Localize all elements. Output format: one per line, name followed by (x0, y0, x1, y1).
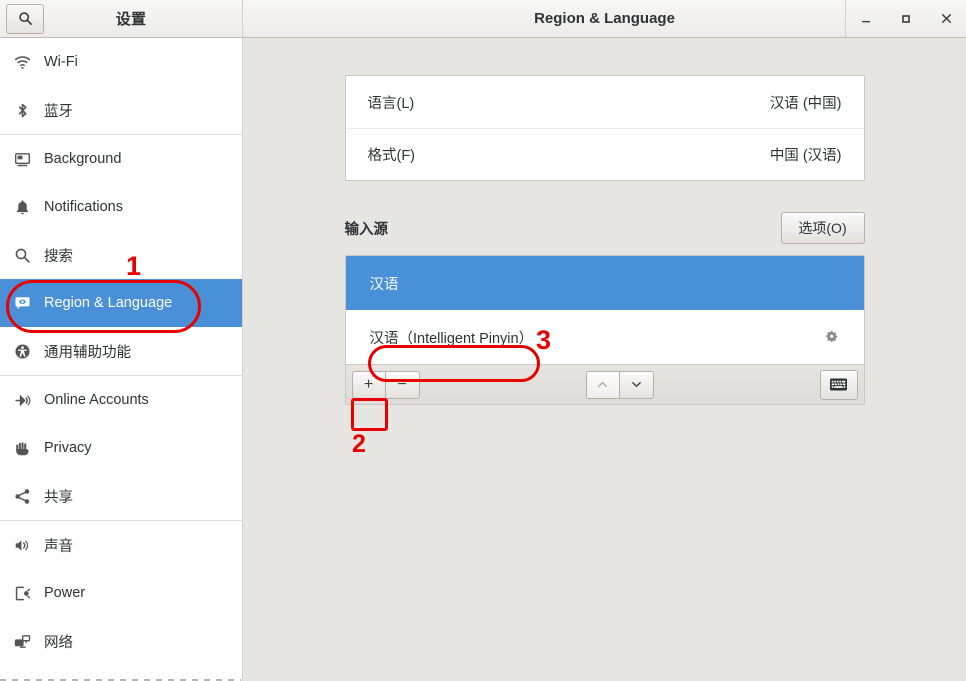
input-source-label: 汉语 (369, 276, 399, 293)
bluetooth-icon (14, 102, 42, 119)
sidebar-item-power[interactable]: Power (0, 569, 242, 617)
input-sources-frame: 汉语 汉语（Intelligent Pinyin） + − (344, 255, 865, 405)
search-icon[interactable] (6, 3, 44, 34)
sidebar-item-label: 蓝牙 (44, 103, 73, 120)
input-sources-header: 输入源 选项(O) (345, 212, 865, 244)
input-sources-options-button[interactable]: 选项(O) (780, 212, 865, 244)
maximize-icon[interactable] (886, 0, 926, 37)
input-source-remove-button[interactable]: − (385, 370, 420, 399)
search-icon (14, 247, 42, 264)
sidebar-item-privacy[interactable]: Privacy (0, 424, 242, 472)
input-sources-toolbar: + − (345, 364, 864, 404)
sidebar-item-search[interactable]: 搜索 (0, 231, 242, 279)
accessibility-icon (14, 343, 42, 360)
background-icon (14, 151, 42, 168)
input-source-add-button[interactable]: + (351, 370, 386, 399)
sidebar-title: 设置 (115, 11, 147, 28)
move-group (585, 370, 654, 399)
input-source-label: 汉语（Intelligent Pinyin） (369, 330, 534, 347)
sidebar: Wi-Fi 蓝牙 Background Notifications 搜索 Reg… (0, 38, 243, 681)
sidebar-item-label: Wi-Fi (44, 54, 78, 70)
sidebar-item-notifications[interactable]: Notifications (0, 183, 242, 231)
network-icon (14, 633, 42, 650)
sidebar-item-label: Power (44, 585, 86, 601)
settings-window: 设置 Region & Language Wi-Fi 蓝牙 Background… (0, 0, 966, 681)
sidebar-item-label: Background (44, 151, 122, 167)
sidebar-item-network[interactable]: 网络 (0, 617, 242, 665)
online-accounts-icon (14, 392, 42, 409)
input-sources-title: 输入源 (344, 221, 389, 238)
titlebar: 设置 Region & Language (0, 0, 966, 38)
input-source-row-pinyin[interactable]: 汉语（Intelligent Pinyin） (346, 310, 864, 364)
sidebar-item-background[interactable]: Background (0, 135, 242, 183)
sidebar-item-sound[interactable]: 声音 (0, 521, 242, 569)
sidebar-item-label: 搜索 (44, 248, 73, 265)
move-down-icon[interactable] (619, 370, 654, 399)
add-remove-group: + − (351, 370, 420, 399)
sidebar-item-universal-access[interactable]: 通用辅助功能 (0, 327, 242, 375)
sidebar-item-wi-fi[interactable]: Wi-Fi (0, 38, 242, 86)
language-row-value: 汉语 (中国) (769, 95, 842, 112)
titlebar-sidebar-section: 设置 (0, 0, 243, 37)
minimize-icon[interactable] (846, 0, 886, 37)
format-row-label: 格式(F) (367, 148, 416, 164)
sidebar-item-label: Region & Language (44, 295, 173, 311)
window-body: Wi-Fi 蓝牙 Background Notifications 搜索 Reg… (0, 38, 966, 681)
sidebar-item-label: Notifications (44, 199, 123, 215)
titlebar-main-section: Region & Language (243, 0, 966, 37)
language-row[interactable]: 语言(L) 汉语 (中国) (346, 76, 864, 128)
bell-icon (14, 199, 42, 216)
move-up-icon[interactable] (585, 370, 620, 399)
format-row[interactable]: 格式(F) 中国 (汉语) (345, 128, 864, 180)
sidebar-item-label: 网络 (44, 634, 73, 651)
format-row-value: 中国 (汉语) (769, 148, 842, 164)
language-format-frame: 语言(L) 汉语 (中国) 格式(F) 中国 (汉语) (344, 75, 865, 181)
close-icon[interactable] (926, 0, 966, 37)
sidebar-item-sharing[interactable]: 共享 (0, 472, 242, 520)
power-icon (14, 585, 42, 602)
sidebar-item-bluetooth[interactable]: 蓝牙 (0, 86, 242, 134)
sidebar-item-online-accounts[interactable]: Online Accounts (0, 376, 242, 424)
sidebar-item-label: Privacy (44, 440, 92, 456)
language-row-label: 语言(L) (367, 95, 415, 112)
main-content: 语言(L) 汉语 (中国) 格式(F) 中国 (汉语) 输入源 选项(O) 汉语 (243, 38, 966, 681)
sidebar-item-region-language[interactable]: Region & Language (0, 279, 242, 327)
region-language-icon (14, 295, 42, 312)
sound-icon (14, 537, 42, 554)
sidebar-item-label: 共享 (44, 489, 73, 506)
region-language-panel: 语言(L) 汉语 (中国) 格式(F) 中国 (汉语) 输入源 选项(O) 汉语 (344, 38, 865, 405)
wifi-icon (14, 54, 42, 71)
sidebar-item-label: Online Accounts (44, 392, 149, 408)
input-source-row-chinese[interactable]: 汉语 (345, 256, 864, 310)
window-controls (845, 0, 966, 37)
gear-icon[interactable] (825, 330, 840, 345)
keyboard-icon[interactable] (819, 369, 858, 400)
share-icon (14, 488, 42, 505)
privacy-hand-icon (14, 440, 42, 457)
sidebar-item-label: 通用辅助功能 (44, 344, 131, 361)
sidebar-item-label: 声音 (44, 538, 73, 555)
